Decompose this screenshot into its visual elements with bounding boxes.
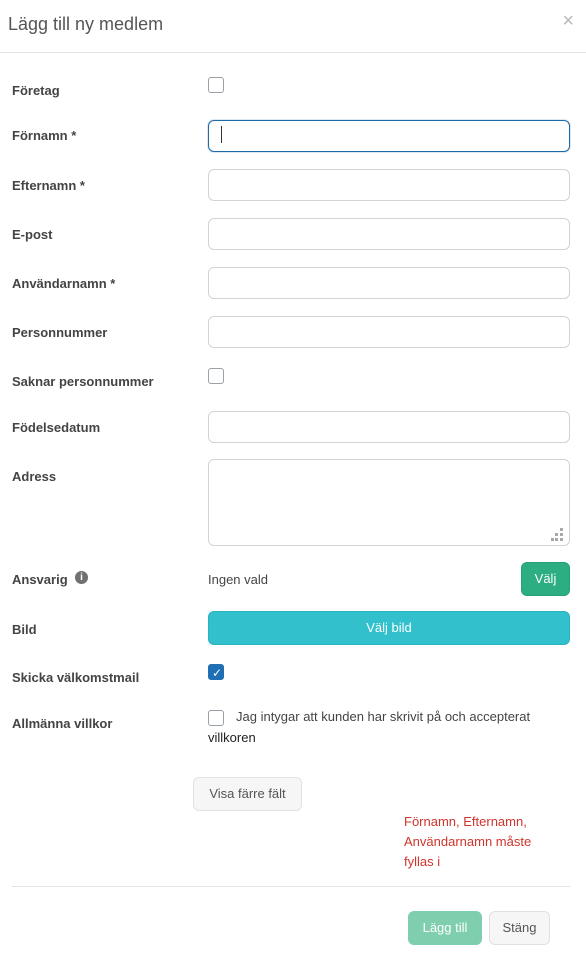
company-checkbox[interactable] — [208, 77, 224, 93]
info-circle-icon[interactable]: i — [75, 571, 88, 584]
email-input[interactable] — [208, 218, 570, 250]
text-caret — [221, 126, 222, 143]
welcome-mail-label: Skicka välkomstmail — [12, 670, 140, 685]
terms-checkbox[interactable] — [208, 710, 224, 726]
first-name-label: Förnamn * — [12, 128, 77, 143]
personal-number-input[interactable] — [208, 316, 570, 348]
personal-number-label: Personnummer — [12, 325, 108, 340]
last-name-input[interactable] — [208, 169, 570, 201]
modal-title: Lägg till ny medlem — [8, 14, 164, 34]
modal-header: Lägg till ny medlem × — [0, 0, 586, 53]
choose-image-button[interactable]: Välj bild — [208, 611, 570, 645]
checkmark-icon: ✓ — [211, 666, 223, 680]
last-name-label: Efternamn * — [12, 178, 85, 193]
add-button[interactable]: Lägg till — [408, 911, 482, 945]
terms-link[interactable]: villkoren — [208, 730, 256, 745]
company-label: Företag — [12, 83, 60, 98]
image-label: Bild — [12, 622, 37, 637]
email-label: E-post — [12, 227, 53, 242]
responsible-label: Ansvarig — [12, 572, 68, 587]
terms-text: Jag intygar att kunden har skrivit på oc… — [236, 709, 531, 724]
birth-date-input[interactable] — [208, 411, 570, 443]
responsible-value: Ingen vald — [208, 572, 268, 587]
close-icon[interactable]: × — [562, 11, 574, 31]
show-fewer-fields-button[interactable]: Visa färre fält — [193, 777, 302, 811]
validation-error: Förnamn, Efternamn, Användarnamn måste f… — [404, 814, 532, 869]
username-label: Användarnamn * — [12, 276, 116, 291]
welcome-mail-checkbox[interactable]: ✓ — [208, 664, 224, 680]
address-label: Adress — [12, 469, 57, 484]
birth-date-label: Födelsedatum — [12, 420, 101, 435]
close-button[interactable]: Stäng — [489, 911, 550, 945]
no-personal-number-label: Saknar personnummer — [12, 374, 154, 389]
username-input[interactable] — [208, 267, 570, 299]
choose-responsible-button[interactable]: Välj — [521, 562, 570, 596]
address-textarea[interactable] — [208, 459, 570, 546]
resize-handle-icon[interactable] — [551, 528, 563, 541]
footer-divider — [12, 886, 570, 887]
no-personal-number-checkbox[interactable] — [208, 368, 224, 384]
terms-label: Allmänna villkor — [12, 716, 113, 731]
first-name-input[interactable] — [208, 120, 570, 152]
